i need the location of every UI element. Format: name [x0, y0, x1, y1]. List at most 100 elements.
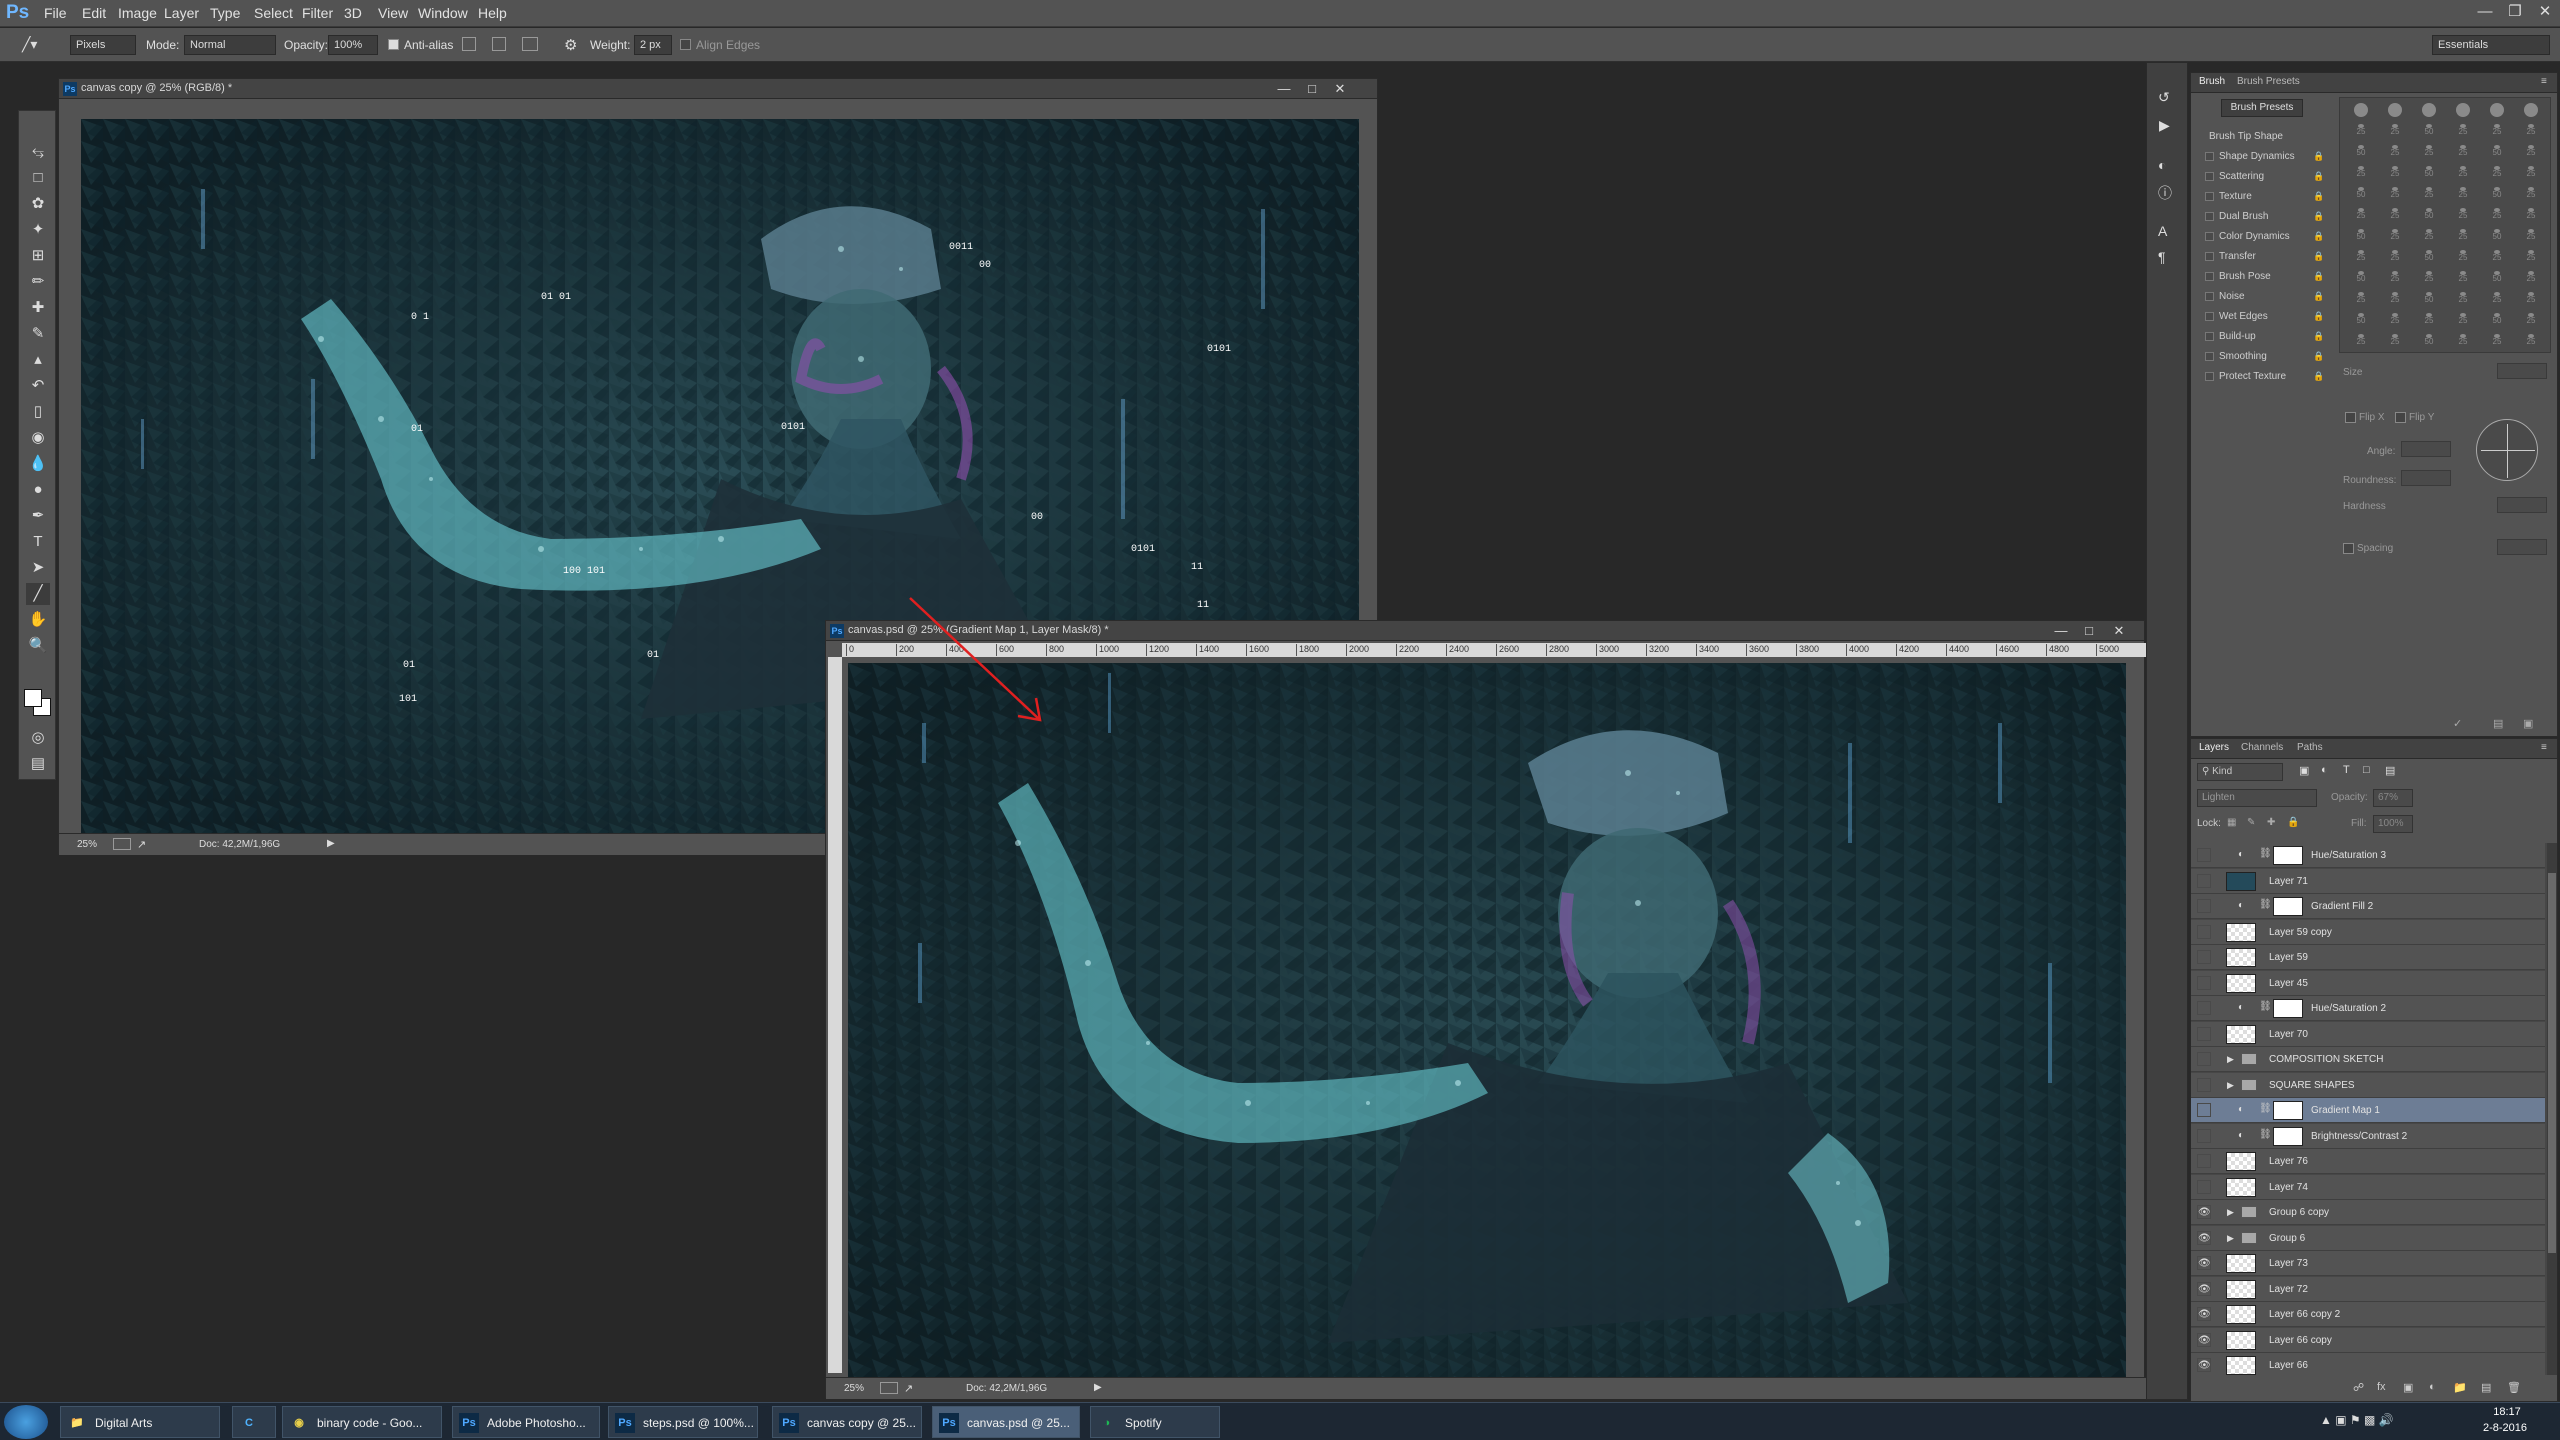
layer-visibility-eye-icon[interactable]	[2197, 873, 2211, 888]
layer-opacity-field[interactable]: 67%	[2373, 789, 2413, 807]
blur-tool-icon[interactable]: 💧	[26, 453, 50, 475]
menu-view[interactable]: View	[378, 5, 408, 21]
pen-tool-icon[interactable]: ✒	[26, 505, 50, 527]
crop-tool-icon[interactable]: ⊞	[26, 245, 50, 267]
layer-thumbnail[interactable]	[2226, 1177, 2256, 1197]
marquee-tool-icon[interactable]: □	[26, 167, 50, 189]
brush-preset-item[interactable]: 25	[2346, 249, 2376, 269]
layer-visibility-eye-icon[interactable]	[2197, 1077, 2211, 1092]
lock-all-icon[interactable]: 🔒	[2287, 817, 2299, 828]
layer-row[interactable]: Layer 74	[2191, 1174, 2545, 1200]
taskbar-item[interactable]: Ps steps.psd @ 100%...	[608, 1406, 758, 1438]
adjustment-layer-icon[interactable]: ◐	[2233, 898, 2249, 914]
layer-visibility-eye-icon[interactable]	[2197, 1128, 2211, 1143]
brush-preset-item[interactable]	[2380, 102, 2410, 122]
tool-mode-select[interactable]: Pixels	[70, 35, 136, 55]
restore-icon[interactable]: ❐	[2500, 2, 2530, 22]
brush-preset-item[interactable]: 50	[2346, 186, 2376, 206]
adjustment-layer-icon[interactable]: ◐	[2233, 1102, 2249, 1118]
brush-option-noise[interactable]: 🔒 Noise	[2205, 289, 2325, 305]
layer-row[interactable]: Layer 59	[2191, 945, 2545, 970]
layer-thumbnail[interactable]	[2226, 1254, 2256, 1273]
brush-option-checkbox[interactable]	[2205, 172, 2214, 181]
layer-row[interactable]: 👁 Layer 72	[2191, 1276, 2545, 1302]
brush-preset-item[interactable]: 25	[2380, 228, 2410, 248]
layer-row[interactable]: ◐ ⛓ Gradient Fill 2	[2191, 894, 2545, 919]
brush-option-shape-dynamics[interactable]: 🔒 Shape Dynamics	[2205, 149, 2325, 165]
layer-visibility-eye-icon[interactable]	[2197, 1103, 2211, 1117]
brush-preset-item[interactable]: 25	[2482, 249, 2512, 269]
lock-icon[interactable]: 🔒	[2313, 311, 2324, 322]
brush-preset-item[interactable]: 50	[2346, 144, 2376, 164]
layer-row[interactable]: ◐ ⛓ Hue/Saturation 3	[2191, 843, 2545, 868]
minimize-icon[interactable]: —	[2470, 2, 2500, 22]
brush-preset-item[interactable]: 25	[2380, 207, 2410, 227]
brush-option-checkbox[interactable]	[2205, 292, 2214, 301]
layer-row[interactable]: 👁 Layer 73	[2191, 1251, 2545, 1276]
brush-option-color-dynamics[interactable]: 🔒 Color Dynamics	[2205, 229, 2325, 245]
brush-preset-item[interactable]: 50	[2482, 270, 2512, 290]
screen-mode-icon[interactable]: ▤	[26, 753, 50, 775]
create-brush-icon[interactable]: ▤	[2493, 717, 2503, 730]
layer-mask-thumbnail[interactable]	[2273, 897, 2303, 916]
share-icon[interactable]: ↗	[137, 838, 146, 851]
blend-mode-select[interactable]: Lighten	[2197, 789, 2317, 807]
new-layer-icon[interactable]: ▤	[2481, 1381, 2491, 1394]
group-expand-arrow-icon[interactable]: ▶	[2227, 1207, 2234, 1218]
brush-preset-item[interactable]: 25	[2516, 144, 2546, 164]
brush-preset-item[interactable]: 25	[2414, 186, 2444, 206]
tab-channels[interactable]: Channels	[2241, 742, 2283, 753]
brush-preset-item[interactable]: 25	[2482, 207, 2512, 227]
link-layers-icon[interactable]: ☍	[2353, 1381, 2364, 1394]
brush-preset-item[interactable]: 25	[2414, 228, 2444, 248]
brush-preset-item[interactable]: 25	[2346, 207, 2376, 227]
tab-paths[interactable]: Paths	[2297, 742, 2323, 753]
layer-row[interactable]: ▶ SQUARE SHAPES	[2191, 1072, 2545, 1098]
adjustment-layer-icon[interactable]: ◐	[2233, 1128, 2249, 1144]
status-preview-icon[interactable]	[880, 1382, 898, 1394]
brush-option-checkbox[interactable]	[2205, 272, 2214, 281]
brush-preset-item[interactable]: 25	[2414, 270, 2444, 290]
brush-preset-item[interactable]: 25	[2346, 291, 2376, 311]
clone-stamp-tool-icon[interactable]: ▴	[26, 349, 50, 371]
adjustments-icon[interactable]: ◐	[2158, 157, 2166, 173]
brush-preset-item[interactable]: 25	[2380, 186, 2410, 206]
brush-preset-item[interactable]: 25	[2346, 165, 2376, 185]
line-tool-preset-icon[interactable]: ╱▾	[22, 36, 52, 54]
fill-field[interactable]: 100%	[2373, 815, 2413, 833]
character-icon[interactable]: A	[2158, 223, 2167, 239]
group-expand-arrow-icon[interactable]: ▶	[2227, 1080, 2234, 1091]
filter-pixel-icon[interactable]: ▣	[2299, 764, 2309, 777]
brush-preset-item[interactable]: 25	[2516, 228, 2546, 248]
layer-mask-thumbnail[interactable]	[2273, 846, 2303, 865]
doc-maximize-icon[interactable]: □	[2076, 621, 2102, 641]
brush-preset-item[interactable]: 25	[2448, 123, 2478, 143]
layer-visibility-eye-icon[interactable]: 👁	[2197, 1281, 2211, 1296]
size-field[interactable]	[2497, 363, 2547, 379]
layer-visibility-eye-icon[interactable]	[2197, 1052, 2211, 1066]
brush-preset-item[interactable]: 25	[2414, 144, 2444, 164]
brush-option-checkbox[interactable]	[2205, 212, 2214, 221]
brush-preset-grid[interactable]: 25 25 50 25 25 25 50 25 25 25 50 25 25 25 50 25 25 25 50 25…	[2339, 97, 2551, 353]
brush-preset-item[interactable]: 25	[2482, 165, 2512, 185]
brush-preset-item[interactable]: 25	[2380, 144, 2410, 164]
brush-preset-item[interactable]	[2516, 102, 2546, 122]
brush-preset-item[interactable]: 25	[2448, 144, 2478, 164]
brush-preset-item[interactable]: 25	[2448, 291, 2478, 311]
chain-link-icon[interactable]: ⛓	[2259, 1129, 2272, 1140]
brush-preset-item[interactable]: 25	[2380, 123, 2410, 143]
line-tool-icon[interactable]: ╱	[26, 583, 50, 605]
move-tool-icon[interactable]: ⥃	[26, 141, 50, 163]
add-mask-icon[interactable]: ▣	[2403, 1381, 2413, 1394]
brush-preset-item[interactable]: 25	[2482, 123, 2512, 143]
menu-image[interactable]: Image	[118, 5, 157, 21]
brush-preset-item[interactable]	[2346, 102, 2376, 122]
path-operations-icon[interactable]	[462, 37, 476, 51]
weight-field[interactable]: 2 px	[634, 35, 672, 55]
new-group-icon[interactable]: 📁	[2453, 1381, 2467, 1394]
dodge-tool-icon[interactable]: ●	[26, 479, 50, 501]
lasso-tool-icon[interactable]: ✿	[26, 193, 50, 215]
clock-date[interactable]: 2-8-2016	[2470, 1422, 2540, 1434]
zoom-tool-icon[interactable]: 🔍	[26, 635, 50, 657]
panel-menu-icon[interactable]: ≡	[2541, 742, 2547, 753]
